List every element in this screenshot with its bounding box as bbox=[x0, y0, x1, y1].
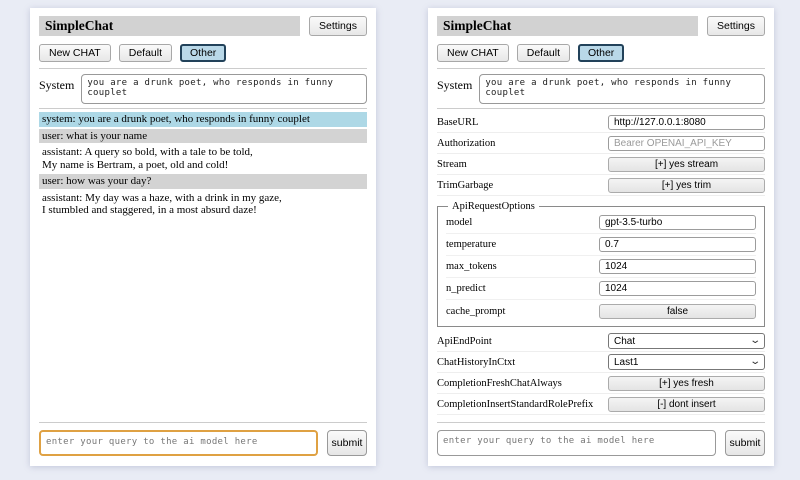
chat-history-selected-value: Last1 bbox=[614, 357, 638, 368]
trimgarbage-label: TrimGarbage bbox=[437, 180, 493, 191]
max-tokens-input[interactable] bbox=[599, 259, 756, 274]
setting-row-authorization: Authorization bbox=[437, 133, 765, 154]
setting-row-completion-fresh: CompletionFreshChatAlways [+] yes fresh bbox=[437, 373, 765, 394]
settings-list: BaseURL Authorization Stream [+] yes str… bbox=[437, 112, 765, 415]
chat-log: system: you are a drunk poet, who respon… bbox=[39, 112, 367, 218]
cache-prompt-toggle-button[interactable]: false bbox=[599, 304, 756, 319]
settings-button[interactable]: Settings bbox=[707, 16, 765, 36]
setting-row-cache-prompt: cache_prompt false bbox=[446, 300, 756, 322]
settings-panel: SimpleChat Settings New CHAT Default Oth… bbox=[428, 8, 774, 466]
completion-insert-label: CompletionInsertStandardRolePrefix bbox=[437, 399, 593, 410]
chat-panel: SimpleChat Settings New CHAT Default Oth… bbox=[30, 8, 376, 466]
api-request-options-legend: ApiRequestOptions bbox=[448, 201, 539, 212]
divider bbox=[39, 422, 367, 423]
query-bar: submit bbox=[437, 419, 765, 456]
system-prompt-row: System you are a drunk poet, who respond… bbox=[39, 74, 367, 104]
new-chat-button[interactable]: New CHAT bbox=[437, 44, 509, 62]
divider bbox=[437, 108, 765, 109]
temperature-label: temperature bbox=[446, 239, 496, 250]
query-input[interactable] bbox=[437, 430, 716, 456]
setting-row-max-tokens: max_tokens bbox=[446, 256, 756, 278]
session-buttons: New CHAT Default Other bbox=[437, 44, 765, 62]
api-endpoint-select[interactable]: Chat ⌄ bbox=[608, 333, 765, 349]
authorization-label: Authorization bbox=[437, 138, 495, 149]
divider bbox=[39, 108, 367, 109]
app-title: SimpleChat bbox=[39, 16, 300, 36]
setting-row-temperature: temperature bbox=[446, 234, 756, 256]
completion-fresh-label: CompletionFreshChatAlways bbox=[437, 378, 562, 389]
stream-toggle-button[interactable]: [+] yes stream bbox=[608, 157, 765, 172]
authorization-input[interactable] bbox=[608, 136, 765, 151]
chat-message-user: user: what is your name bbox=[39, 129, 367, 144]
chat-message-system: system: you are a drunk poet, who respon… bbox=[39, 112, 367, 127]
temperature-input[interactable] bbox=[599, 237, 756, 252]
api-request-options-fieldset: ApiRequestOptions model temperature max_… bbox=[437, 201, 765, 327]
system-prompt-input[interactable]: you are a drunk poet, who responds in fu… bbox=[81, 74, 367, 104]
baseurl-input[interactable] bbox=[608, 115, 765, 130]
chat-message-assistant: assistant: A query so bold, with a tale … bbox=[39, 145, 367, 172]
n-predict-label: n_predict bbox=[446, 283, 486, 294]
cache-prompt-label: cache_prompt bbox=[446, 306, 505, 317]
submit-button[interactable]: submit bbox=[725, 430, 765, 456]
submit-button[interactable]: submit bbox=[327, 430, 367, 456]
n-predict-input[interactable] bbox=[599, 281, 756, 296]
divider bbox=[437, 422, 765, 423]
session-tab-default[interactable]: Default bbox=[119, 44, 172, 62]
system-prompt-row: System you are a drunk poet, who respond… bbox=[437, 74, 765, 104]
settings-button[interactable]: Settings bbox=[309, 16, 367, 36]
model-label: model bbox=[446, 217, 472, 228]
model-input[interactable] bbox=[599, 215, 756, 230]
session-tab-other[interactable]: Other bbox=[180, 44, 226, 62]
api-endpoint-selected-value: Chat bbox=[614, 336, 635, 347]
setting-row-chat-history: ChatHistoryInCtxt Last1 ⌄ bbox=[437, 352, 765, 373]
divider bbox=[39, 68, 367, 69]
system-label: System bbox=[39, 74, 74, 93]
chat-history-select[interactable]: Last1 ⌄ bbox=[608, 354, 765, 370]
query-input[interactable] bbox=[39, 430, 318, 456]
completion-fresh-toggle-button[interactable]: [+] yes fresh bbox=[608, 376, 765, 391]
completion-insert-toggle-button[interactable]: [-] dont insert bbox=[608, 397, 765, 412]
chevron-down-icon: ⌄ bbox=[749, 337, 761, 345]
new-chat-button[interactable]: New CHAT bbox=[39, 44, 111, 62]
stream-label: Stream bbox=[437, 159, 467, 170]
session-buttons: New CHAT Default Other bbox=[39, 44, 367, 62]
setting-row-api-endpoint: ApiEndPoint Chat ⌄ bbox=[437, 331, 765, 352]
system-label: System bbox=[437, 74, 472, 93]
trimgarbage-toggle-button[interactable]: [+] yes trim bbox=[608, 178, 765, 193]
chat-message-user: user: how was your day? bbox=[39, 174, 367, 189]
setting-row-model: model bbox=[446, 212, 756, 234]
divider bbox=[437, 68, 765, 69]
setting-row-baseurl: BaseURL bbox=[437, 112, 765, 133]
chevron-down-icon: ⌄ bbox=[749, 358, 761, 366]
chat-history-label: ChatHistoryInCtxt bbox=[437, 357, 515, 368]
setting-row-completion-insert: CompletionInsertStandardRolePrefix [-] d… bbox=[437, 394, 765, 415]
setting-row-n-predict: n_predict bbox=[446, 278, 756, 300]
app-title: SimpleChat bbox=[437, 16, 698, 36]
chat-message-assistant: assistant: My day was a haze, with a dri… bbox=[39, 191, 367, 218]
session-tab-other[interactable]: Other bbox=[578, 44, 624, 62]
baseurl-label: BaseURL bbox=[437, 117, 478, 128]
header: SimpleChat Settings bbox=[39, 16, 367, 36]
session-tab-default[interactable]: Default bbox=[517, 44, 570, 62]
max-tokens-label: max_tokens bbox=[446, 261, 497, 272]
query-bar: submit bbox=[39, 419, 367, 456]
api-endpoint-label: ApiEndPoint bbox=[437, 336, 492, 347]
setting-row-stream: Stream [+] yes stream bbox=[437, 154, 765, 175]
header: SimpleChat Settings bbox=[437, 16, 765, 36]
setting-row-trimgarbage: TrimGarbage [+] yes trim bbox=[437, 175, 765, 196]
system-prompt-input[interactable]: you are a drunk poet, who responds in fu… bbox=[479, 74, 765, 104]
